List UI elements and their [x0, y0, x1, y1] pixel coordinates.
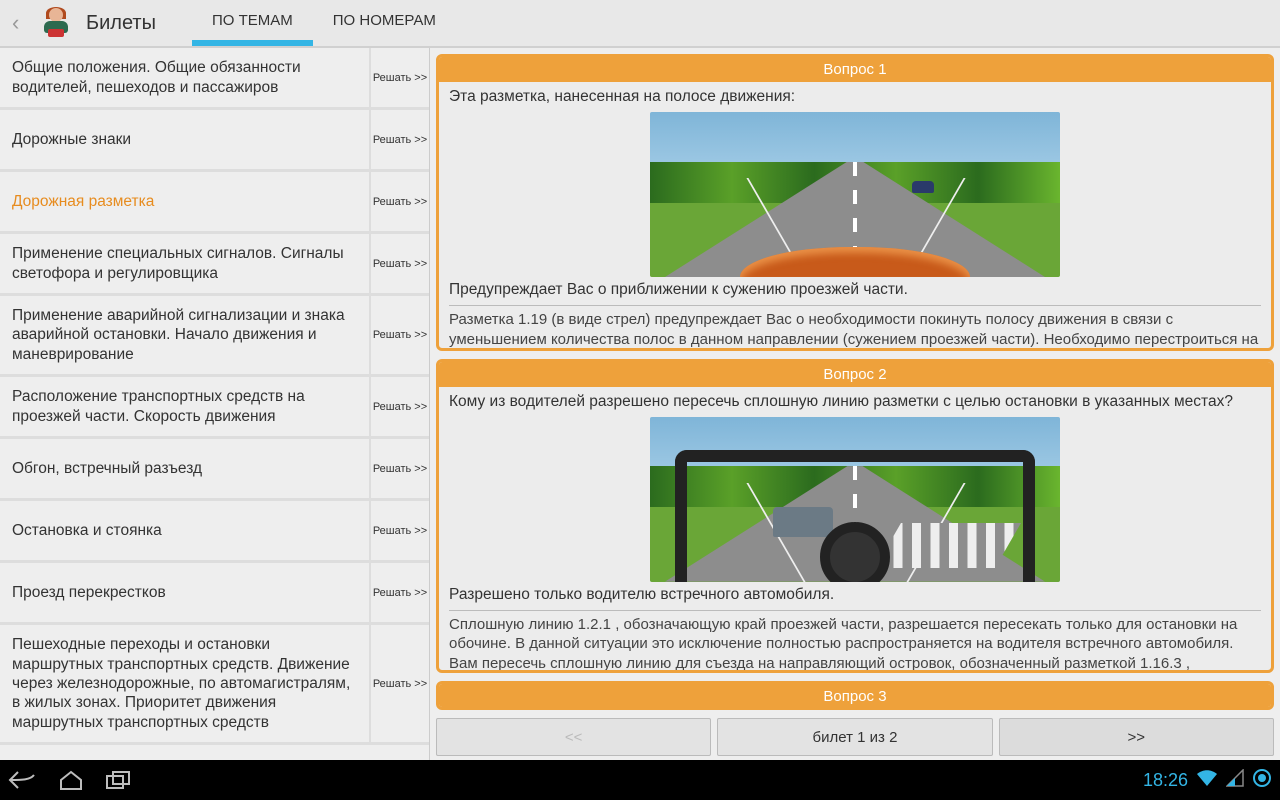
- pager-status: билет 1 из 2: [717, 718, 992, 756]
- question-card: Вопрос 2 Кому из водителей разрешено пер…: [436, 359, 1274, 673]
- topic-row[interactable]: Проезд перекрестков Решать >>: [0, 563, 429, 625]
- pager-next-button[interactable]: >>: [999, 718, 1274, 756]
- question-heading: Вопрос 1: [439, 57, 1271, 82]
- question-card: Вопрос 1 Эта разметка, нанесенная на пол…: [436, 54, 1274, 351]
- answer-text: Разрешено только водителю встречного авт…: [449, 586, 1261, 604]
- topic-label: Применение аварийной сигнализации и знак…: [0, 296, 369, 374]
- question-text: Эта разметка, нанесенная на полосе движе…: [449, 88, 1261, 106]
- sidebar: Общие положения. Общие обязанности водит…: [0, 48, 430, 760]
- tab-by-topic[interactable]: ПО ТЕМАМ: [192, 0, 313, 46]
- topic-label: Обгон, встречный разъезд: [0, 439, 369, 498]
- solve-button[interactable]: Решать >>: [369, 234, 429, 293]
- question-image: [650, 417, 1060, 582]
- topic-label: Остановка и стоянка: [0, 501, 369, 560]
- top-bar: ‹ Билеты ПО ТЕМАМ ПО НОМЕРАМ: [0, 0, 1280, 48]
- solve-button[interactable]: Решать >>: [369, 377, 429, 436]
- question-image: [650, 112, 1060, 277]
- system-bar: 18:26: [0, 760, 1280, 800]
- topic-label: Пешеходные переходы и остановки маршрутн…: [0, 625, 369, 742]
- recent-nav-icon[interactable]: [104, 769, 134, 791]
- explanation-text: Разметка 1.19 (в виде стрел) предупрежда…: [449, 305, 1261, 351]
- topic-row[interactable]: Остановка и стоянка Решать >>: [0, 501, 429, 563]
- clock: 18:26: [1143, 770, 1188, 791]
- solve-button[interactable]: Решать >>: [369, 172, 429, 231]
- pager: << билет 1 из 2 >>: [436, 718, 1274, 760]
- topic-row[interactable]: Применение аварийной сигнализации и знак…: [0, 296, 429, 377]
- question-text: Кому из водителей разрешено пересечь спл…: [449, 393, 1261, 411]
- back-nav-icon[interactable]: [8, 769, 38, 791]
- topic-row[interactable]: Общие положения. Общие обязанности водит…: [0, 48, 429, 110]
- topic-label: Проезд перекрестков: [0, 563, 369, 622]
- topic-row[interactable]: Пешеходные переходы и остановки маршрутн…: [0, 625, 429, 745]
- tabs: ПО ТЕМАМ ПО НОМЕРАМ: [192, 0, 456, 46]
- topic-row[interactable]: Расположение транспортных средств на про…: [0, 377, 429, 439]
- tab-by-number[interactable]: ПО НОМЕРАМ: [313, 0, 456, 46]
- topic-label: Дорожная разметка: [0, 172, 369, 231]
- question-heading: Вопрос 2: [439, 362, 1271, 387]
- question-heading: Вопрос 3: [439, 684, 1271, 709]
- topic-label: Дорожные знаки: [0, 110, 369, 169]
- home-nav-icon[interactable]: [58, 769, 84, 791]
- page-title: Билеты: [86, 12, 156, 35]
- solve-button[interactable]: Решать >>: [369, 439, 429, 498]
- battery-icon: [1252, 768, 1272, 793]
- pager-prev-button[interactable]: <<: [436, 718, 711, 756]
- solve-button[interactable]: Решать >>: [369, 501, 429, 560]
- topic-row[interactable]: Дорожная разметка Решать >>: [0, 172, 429, 234]
- back-icon[interactable]: ‹: [12, 10, 26, 36]
- topic-label: Применение специальных сигналов. Сигналы…: [0, 234, 369, 293]
- topic-row[interactable]: Дорожные знаки Решать >>: [0, 110, 429, 172]
- solve-button[interactable]: Решать >>: [369, 625, 429, 742]
- topic-row[interactable]: Обгон, встречный разъезд Решать >>: [0, 439, 429, 501]
- solve-button[interactable]: Решать >>: [369, 48, 429, 107]
- answer-text: Предупреждает Вас о приближении к сужени…: [449, 281, 1261, 299]
- question-card: Вопрос 3: [436, 681, 1274, 710]
- solve-button[interactable]: Решать >>: [369, 110, 429, 169]
- content: Вопрос 1 Эта разметка, нанесенная на пол…: [430, 48, 1280, 760]
- topic-row[interactable]: Применение специальных сигналов. Сигналы…: [0, 234, 429, 296]
- topic-label: Расположение транспортных средств на про…: [0, 377, 369, 436]
- solve-button[interactable]: Решать >>: [369, 296, 429, 374]
- topic-label: Общие положения. Общие обязанности водит…: [0, 48, 369, 107]
- solve-button[interactable]: Решать >>: [369, 563, 429, 622]
- signal-icon: [1226, 769, 1244, 792]
- app-icon: [40, 7, 72, 39]
- explanation-text: Сплошную линию 1.2.1 , обозначающую край…: [449, 610, 1261, 673]
- wifi-icon: [1196, 769, 1218, 792]
